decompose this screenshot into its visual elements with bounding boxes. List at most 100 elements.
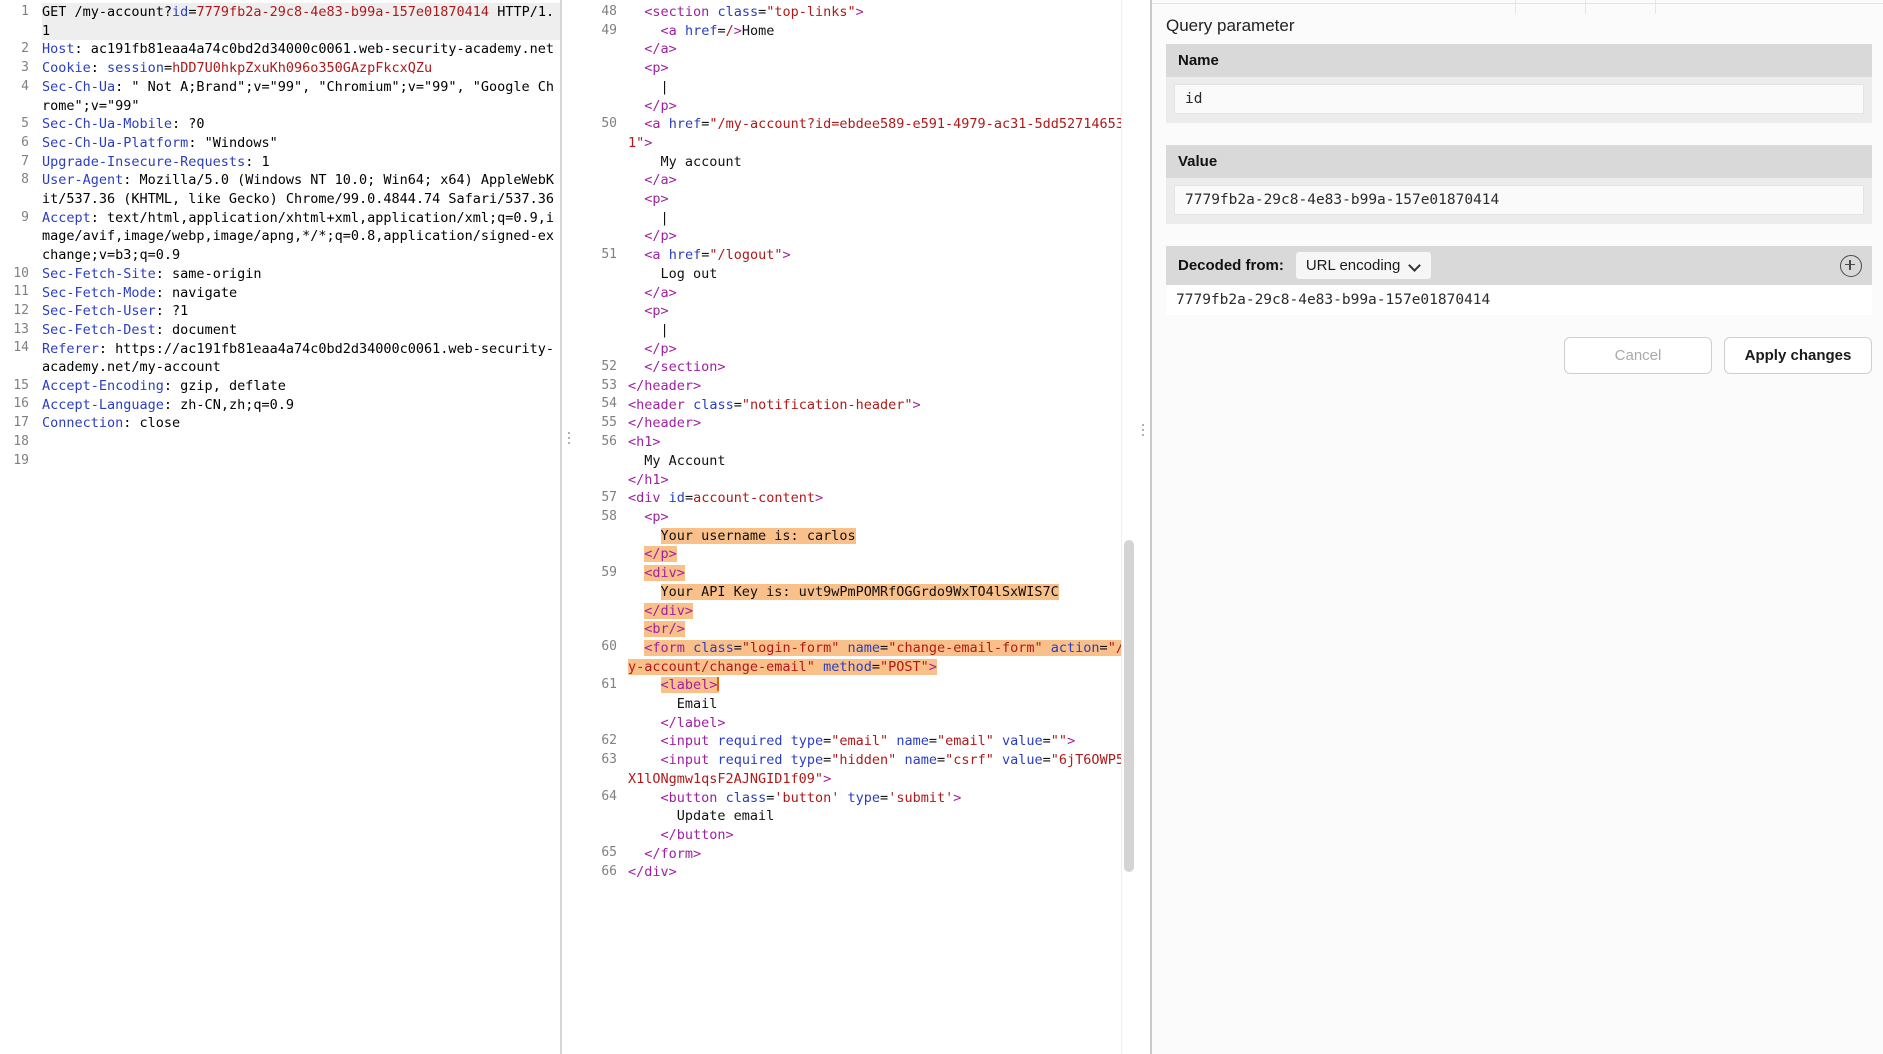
- response-inspector-divider[interactable]: [1136, 0, 1150, 1054]
- line-number: 1: [21, 4, 29, 19]
- line-number: [576, 807, 617, 826]
- code-line[interactable]: User-Agent: Mozilla/5.0 (Windows NT 10.0…: [42, 171, 560, 208]
- inspector-title: Query parameter: [1166, 16, 1295, 35]
- code-line[interactable]: Sec-Fetch-Mode: navigate: [42, 284, 560, 303]
- http-response-pane[interactable]: 484950.51525354555657585960.616263.64656…: [576, 0, 1136, 1054]
- decoding-type-select[interactable]: URL encoding: [1295, 252, 1432, 279]
- code-line[interactable]: <input required type="email" name="email…: [628, 732, 1136, 751]
- line-number-continuation: .: [576, 657, 617, 676]
- code-line[interactable]: </form>: [628, 845, 1136, 864]
- code-line[interactable]: <p>: [628, 508, 1136, 527]
- code-line[interactable]: <label>: [628, 676, 1136, 695]
- code-line[interactable]: Sec-Ch-Ua: " Not A;Brand";v="99", "Chrom…: [42, 78, 560, 115]
- code-line[interactable]: |: [628, 209, 1136, 228]
- request-code-area[interactable]: GET /my-account?id=7779fb2a-29c8-4e83-b9…: [34, 0, 560, 1054]
- code-line[interactable]: Accept-Encoding: gzip, deflate: [42, 377, 560, 396]
- code-line[interactable]: </a>: [628, 40, 1136, 59]
- code-line[interactable]: <br/>: [628, 620, 1136, 639]
- name-field-block: Name: [1166, 44, 1872, 123]
- code-line[interactable]: Sec-Fetch-Dest: document: [42, 321, 560, 340]
- code-line[interactable]: </p>: [628, 97, 1136, 116]
- request-response-divider[interactable]: [561, 0, 576, 1054]
- line-number: 19: [13, 452, 29, 468]
- line-number-continuation: .: [0, 22, 29, 41]
- line-number: 54: [601, 396, 617, 412]
- code-line[interactable]: Host: ac191fb81eaa4a74c0bd2d34000c0061.w…: [42, 40, 560, 59]
- code-line[interactable]: <h1>: [628, 433, 1136, 452]
- code-line[interactable]: <input required type="hidden" name="csrf…: [628, 751, 1136, 788]
- name-field-header: Name: [1166, 44, 1872, 77]
- code-line[interactable]: <p>: [628, 59, 1136, 78]
- code-line[interactable]: </header>: [628, 414, 1136, 433]
- code-line[interactable]: Upgrade-Insecure-Requests: 1: [42, 153, 560, 172]
- code-line[interactable]: Referer: https://ac191fb81eaa4a74c0bd2d3…: [42, 340, 560, 377]
- decoded-from-body: [1166, 285, 1872, 315]
- code-line[interactable]: </p>: [628, 340, 1136, 359]
- code-line[interactable]: <div id=account-content>: [628, 489, 1136, 508]
- line-number: [576, 694, 617, 713]
- code-line[interactable]: <a href="/logout">: [628, 246, 1136, 265]
- line-number-continuation: .: [0, 358, 29, 377]
- code-line[interactable]: </div>: [628, 863, 1136, 882]
- cancel-button[interactable]: Cancel: [1564, 337, 1712, 374]
- code-line[interactable]: <section class="top-links">: [628, 3, 1136, 22]
- code-line[interactable]: Accept: text/html,application/xhtml+xml,…: [42, 209, 560, 265]
- code-line[interactable]: [42, 433, 560, 452]
- code-line[interactable]: </header>: [628, 377, 1136, 396]
- line-number: [576, 227, 617, 246]
- line-number: [576, 321, 617, 340]
- code-line[interactable]: <form class="login-form" name="change-em…: [628, 639, 1136, 676]
- response-scrollbar-thumb[interactable]: [1124, 540, 1134, 872]
- line-number-continuation: .: [576, 134, 617, 153]
- code-line[interactable]: Sec-Ch-Ua-Platform: "Windows": [42, 134, 560, 153]
- code-line[interactable]: </h1>: [628, 471, 1136, 490]
- add-decoding-layer-icon[interactable]: [1840, 254, 1862, 277]
- code-line[interactable]: <a href="/my-account?id=ebdee589-e591-49…: [628, 115, 1136, 152]
- code-line[interactable]: Connection: close: [42, 414, 560, 433]
- code-line[interactable]: My account: [628, 153, 1136, 172]
- code-line[interactable]: </p>: [628, 227, 1136, 246]
- code-line[interactable]: <a href=/>Home: [628, 22, 1136, 41]
- code-line[interactable]: GET /my-account?id=7779fb2a-29c8-4e83-b9…: [42, 3, 560, 41]
- response-scrollbar[interactable]: [1121, 0, 1136, 1054]
- code-line[interactable]: <div>: [628, 564, 1136, 583]
- code-line[interactable]: Email: [628, 695, 1136, 714]
- code-line[interactable]: Log out: [628, 265, 1136, 284]
- code-line[interactable]: My Account: [628, 452, 1136, 471]
- code-line[interactable]: </button>: [628, 826, 1136, 845]
- code-line[interactable]: </a>: [628, 284, 1136, 303]
- apply-changes-button[interactable]: Apply changes: [1724, 337, 1872, 374]
- code-line[interactable]: Sec-Fetch-Site: same-origin: [42, 265, 560, 284]
- code-line[interactable]: <p>: [628, 302, 1136, 321]
- decoded-value-input[interactable]: [1166, 285, 1872, 315]
- line-number-continuation: .: [0, 190, 29, 209]
- code-line[interactable]: Sec-Fetch-User: ?1: [42, 302, 560, 321]
- code-line[interactable]: <p>: [628, 190, 1136, 209]
- code-line[interactable]: Your API Key is: uvt9wPmPOMRfOGGrdo9WxTO…: [628, 583, 1136, 602]
- burp-inspector-window: 1.234.5678.9..1011121314.1516171819 GET …: [0, 0, 1883, 1054]
- code-line[interactable]: Your username is: carlos: [628, 527, 1136, 546]
- code-line[interactable]: </a>: [628, 171, 1136, 190]
- code-line[interactable]: </p>: [628, 545, 1136, 564]
- line-number: [576, 78, 617, 97]
- code-line[interactable]: [42, 452, 560, 471]
- code-line[interactable]: </label>: [628, 714, 1136, 733]
- code-line[interactable]: |: [628, 321, 1136, 340]
- code-line[interactable]: <header class="notification-header">: [628, 396, 1136, 415]
- code-line[interactable]: Cookie: session=hDD7U0hkpZxuKh096o350GAz…: [42, 59, 560, 78]
- code-line[interactable]: <button class='button' type='submit'>: [628, 789, 1136, 808]
- code-line[interactable]: </div>: [628, 602, 1136, 621]
- code-line[interactable]: Update email: [628, 807, 1136, 826]
- code-line[interactable]: Accept-Language: zh-CN,zh;q=0.9: [42, 396, 560, 415]
- code-line[interactable]: Sec-Ch-Ua-Mobile: ?0: [42, 115, 560, 134]
- line-number: [576, 825, 617, 844]
- value-input[interactable]: [1174, 185, 1864, 215]
- response-code-area[interactable]: <section class="top-links"> <a href=/>Ho…: [622, 0, 1136, 1054]
- decoded-from-header: Decoded from: URL encoding: [1166, 246, 1872, 285]
- code-line[interactable]: </section>: [628, 358, 1136, 377]
- code-line[interactable]: |: [628, 78, 1136, 97]
- http-request-pane[interactable]: 1.234.5678.9..1011121314.1516171819 GET …: [0, 0, 561, 1054]
- name-input[interactable]: [1174, 84, 1864, 114]
- line-number: [576, 171, 617, 190]
